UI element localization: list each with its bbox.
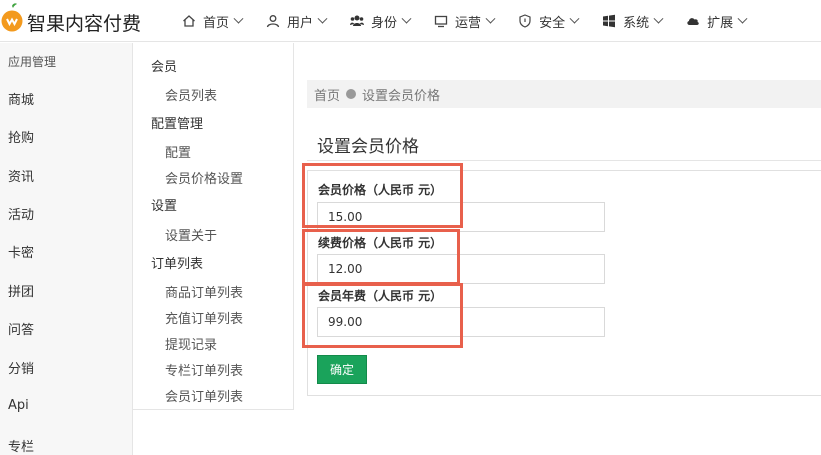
submenu-item-member-orders[interactable]: 会员订单列表 xyxy=(165,386,243,405)
group-icon xyxy=(350,15,365,26)
submenu-item-about[interactable]: 设置关于 xyxy=(165,225,217,244)
sidebar-item-news[interactable]: 资讯 xyxy=(8,166,34,185)
sidebar-item-group-buy[interactable]: 拼团 xyxy=(8,281,34,300)
submenu-item-withdraw-records[interactable]: 提现记录 xyxy=(165,334,217,353)
chevron-down-icon xyxy=(233,13,244,24)
submenu-item-config[interactable]: 配置 xyxy=(165,142,191,161)
nav-operation[interactable]: 运营 xyxy=(422,0,506,42)
windows-icon xyxy=(603,14,616,28)
nav-extend-label: 扩展 xyxy=(707,15,734,31)
submenu-item-goods-orders[interactable]: 商品订单列表 xyxy=(165,282,243,301)
confirm-button[interactable]: 确定 xyxy=(317,355,367,384)
shield-icon xyxy=(519,14,531,28)
title-divider xyxy=(307,160,821,161)
submenu-item-member-list[interactable]: 会员列表 xyxy=(165,85,217,104)
submenu-group-settings[interactable]: 设置 xyxy=(151,195,177,214)
top-bar: 智果内容付费 首页 用户 身份 运营 安全 系统 扩展 xyxy=(0,0,821,42)
nav-user[interactable]: 用户 xyxy=(254,0,338,42)
sub-menu: 会员 会员列表 配置管理 配置 会员价格设置 设置 设置关于 订单列表 商品订单… xyxy=(133,43,294,410)
sidebar-item-qa[interactable]: 问答 xyxy=(8,319,34,338)
sidebar-item-activity[interactable]: 活动 xyxy=(8,204,34,223)
submenu-item-column-orders[interactable]: 专栏订单列表 xyxy=(165,360,243,379)
sidebar-item-distribution[interactable]: 分销 xyxy=(8,358,34,377)
submenu-group-orders[interactable]: 订单列表 xyxy=(151,253,203,272)
nav-operation-label: 运营 xyxy=(455,15,482,31)
logo-icon xyxy=(1,3,23,32)
breadcrumb: 首页 设置会员价格 xyxy=(307,80,821,108)
monitor-icon xyxy=(434,15,448,28)
chevron-down-icon xyxy=(401,13,412,24)
chevron-down-icon xyxy=(485,13,496,24)
user-icon xyxy=(266,15,280,28)
nav-security[interactable]: 安全 xyxy=(506,0,590,42)
chevron-down-icon xyxy=(737,13,748,24)
submenu-item-recharge-orders[interactable]: 充值订单列表 xyxy=(165,308,243,327)
nav-identity-label: 身份 xyxy=(371,15,398,31)
highlight-box-renewal-price xyxy=(302,229,460,285)
sidebar-item-api[interactable]: Api xyxy=(8,398,29,413)
nav-home-label: 首页 xyxy=(203,15,230,31)
chevron-down-icon xyxy=(317,13,328,24)
nav-identity[interactable]: 身份 xyxy=(338,0,422,42)
chevron-down-icon xyxy=(569,13,580,24)
nav-system-label: 系统 xyxy=(623,15,650,31)
submenu-group-config[interactable]: 配置管理 xyxy=(151,113,203,132)
nav-system[interactable]: 系统 xyxy=(590,0,674,42)
breadcrumb-current: 设置会员价格 xyxy=(362,88,441,104)
highlight-box-member-price xyxy=(302,163,463,228)
sidebar-item-mall[interactable]: 商城 xyxy=(8,89,34,108)
highlight-box-annual-fee xyxy=(302,283,463,348)
breadcrumb-separator-icon xyxy=(346,89,357,99)
main-nav: 首页 用户 身份 运营 安全 系统 扩展 xyxy=(170,0,758,42)
app-sidebar: 应用管理 商城 抢购 资讯 活动 卡密 拼团 问答 分销 Api 专栏 xyxy=(0,43,133,455)
page-title: 设置会员价格 xyxy=(317,137,419,157)
sidebar-heading: 应用管理 xyxy=(8,55,57,69)
nav-user-label: 用户 xyxy=(287,15,314,31)
cloud-icon xyxy=(687,18,699,25)
chevron-down-icon xyxy=(653,13,664,24)
nav-extend[interactable]: 扩展 xyxy=(674,0,758,42)
nav-security-label: 安全 xyxy=(539,15,566,31)
brand-title: 智果内容付费 xyxy=(27,13,142,35)
sidebar-item-column[interactable]: 专栏 xyxy=(8,436,34,455)
submenu-item-member-price[interactable]: 会员价格设置 xyxy=(165,168,243,187)
nav-home[interactable]: 首页 xyxy=(170,0,254,42)
submenu-group-member[interactable]: 会员 xyxy=(151,56,177,75)
sidebar-item-flash-sale[interactable]: 抢购 xyxy=(8,127,34,146)
home-icon xyxy=(183,15,195,27)
sidebar-item-card-code[interactable]: 卡密 xyxy=(8,242,34,261)
breadcrumb-home[interactable]: 首页 xyxy=(314,85,340,104)
